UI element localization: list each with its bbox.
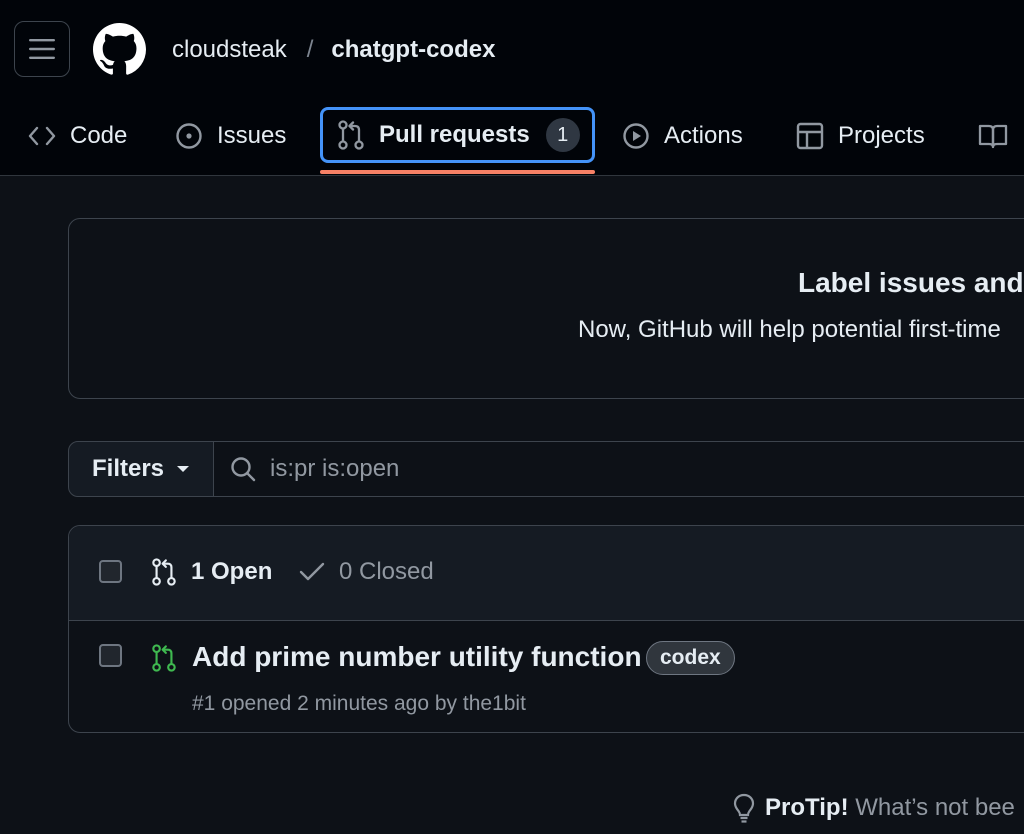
protip-bold-label: ProTip! bbox=[765, 794, 849, 821]
tab-actions-label: Actions bbox=[664, 122, 743, 149]
repo-tabs: Code Issues Pull requests 1 Actions Proj… bbox=[0, 104, 1024, 176]
breadcrumb-separator: / bbox=[306, 36, 314, 63]
tab-code[interactable]: Code bbox=[28, 108, 127, 164]
hamburger-icon bbox=[29, 39, 55, 59]
pull-request-checkbox[interactable] bbox=[99, 644, 122, 667]
tab-pull-requests-label: Pull requests bbox=[379, 121, 530, 148]
open-filter-link[interactable]: 1 Open bbox=[151, 558, 272, 586]
filters-dropdown-button[interactable]: Filters bbox=[69, 442, 214, 496]
banner-title: Label issues and bbox=[798, 267, 1024, 298]
play-icon bbox=[623, 123, 649, 149]
pull-request-meta: #1 opened 2 minutes ago by the1bit bbox=[192, 692, 526, 715]
tab-issues[interactable]: Issues bbox=[175, 108, 286, 164]
select-all-checkbox[interactable] bbox=[99, 560, 122, 583]
triangle-down-icon bbox=[177, 466, 190, 472]
code-icon bbox=[28, 126, 56, 146]
filter-bar: Filters bbox=[68, 441, 1024, 497]
active-tab-underline bbox=[320, 170, 595, 174]
pull-request-row: Add prime number utility function codex … bbox=[69, 622, 1024, 732]
breadcrumb: cloudsteak / chatgpt-codex bbox=[172, 34, 495, 66]
issue-opened-icon bbox=[176, 123, 202, 149]
tab-pull-requests[interactable]: Pull requests 1 bbox=[320, 107, 595, 163]
codex-label-badge[interactable]: codex bbox=[646, 641, 735, 675]
banner-text: Now, GitHub will help potential first-ti… bbox=[578, 316, 1001, 343]
light-bulb-icon bbox=[733, 793, 755, 823]
tab-issues-label: Issues bbox=[217, 122, 287, 149]
git-pull-request-icon bbox=[152, 558, 176, 586]
open-count-label: 1 Open bbox=[191, 558, 273, 585]
protip: ProTip! What’s not bee bbox=[733, 793, 1015, 823]
table-icon bbox=[796, 122, 824, 150]
tab-projects[interactable]: Projects bbox=[796, 108, 925, 164]
github-logo-icon[interactable] bbox=[93, 23, 146, 76]
tab-code-label: Code bbox=[70, 122, 128, 149]
tab-projects-label: Projects bbox=[838, 122, 925, 149]
git-pull-request-icon bbox=[338, 120, 364, 150]
search-input[interactable] bbox=[270, 455, 770, 483]
closed-count-label: 0 Closed bbox=[339, 558, 434, 585]
pull-request-title-link[interactable]: Add prime number utility function bbox=[192, 641, 642, 673]
pull-request-list: 1 Open 0 Closed Add prime number utility… bbox=[68, 525, 1024, 733]
tab-wiki[interactable] bbox=[978, 108, 1022, 164]
git-pull-request-open-icon bbox=[152, 644, 176, 672]
check-icon bbox=[299, 562, 325, 581]
breadcrumb-repo-link[interactable]: chatgpt-codex bbox=[331, 36, 495, 64]
breadcrumb-owner-link[interactable]: cloudsteak bbox=[172, 36, 287, 64]
book-icon bbox=[978, 124, 1008, 149]
list-header: 1 Open 0 Closed bbox=[69, 526, 1024, 621]
pull-requests-count-badge: 1 bbox=[545, 118, 580, 152]
label-issues-banner: Label issues and Now, GitHub will help p… bbox=[68, 218, 1024, 399]
filters-label: Filters bbox=[92, 455, 165, 482]
repo-header: cloudsteak / chatgpt-codex Code Issues P… bbox=[0, 0, 1024, 176]
protip-text: What’s not bee bbox=[855, 794, 1015, 821]
search-box bbox=[214, 442, 1024, 496]
tab-actions[interactable]: Actions bbox=[622, 108, 743, 164]
search-icon bbox=[231, 457, 256, 482]
closed-filter-link[interactable]: 0 Closed bbox=[299, 558, 434, 586]
hamburger-menu-button[interactable] bbox=[14, 21, 70, 77]
